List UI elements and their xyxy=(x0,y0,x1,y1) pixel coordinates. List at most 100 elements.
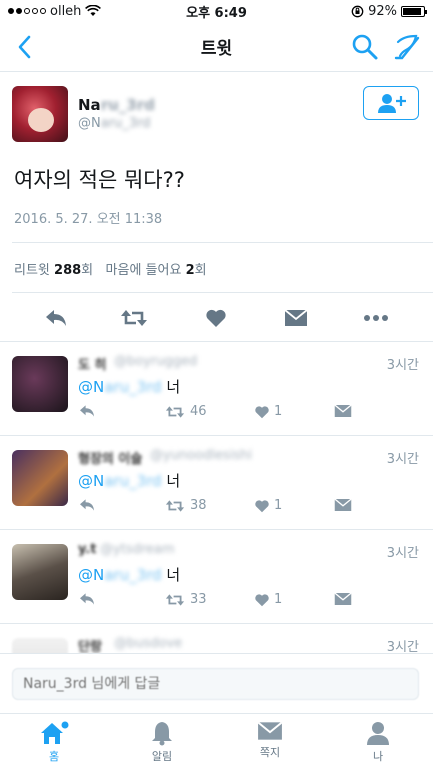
envelope-icon xyxy=(334,592,352,605)
tab-me-label: 나 xyxy=(372,750,384,763)
nav-bar: 트윗 xyxy=(0,22,433,72)
reply-author-name[interactable]: y.t xyxy=(78,542,96,557)
tab-notifications[interactable]: 알림 xyxy=(132,720,192,766)
retweet-count: 38 xyxy=(190,498,207,513)
carrier-label: olleh xyxy=(50,3,82,19)
reply-input[interactable] xyxy=(12,668,419,700)
mention-link[interactable]: @Naru_3rd xyxy=(78,378,162,396)
like-stat[interactable]: 마음에 들어요 2회 xyxy=(106,263,207,278)
reply-author-handle: @boyrugged xyxy=(114,354,198,369)
chevron-left-icon xyxy=(18,35,31,59)
retweet-button[interactable]: 38 xyxy=(164,498,207,513)
reply-author-name[interactable]: 형장의 이슬 xyxy=(78,448,142,467)
tab-me[interactable]: 나 xyxy=(348,720,408,766)
tab-home[interactable]: 홈 xyxy=(24,720,84,766)
reply-time: 3시간 xyxy=(386,358,419,373)
direct-message-button[interactable] xyxy=(334,498,352,512)
signal-icon xyxy=(8,8,46,14)
battery-icon xyxy=(401,5,427,17)
author-name-blurred: ru_3rd xyxy=(100,96,155,114)
mention-blurred: aru_3rd xyxy=(104,566,162,584)
orientation-lock-icon xyxy=(351,5,364,17)
tab-messages[interactable]: 쪽지 xyxy=(240,720,300,766)
reply-icon xyxy=(80,593,94,605)
list-item[interactable]: 형장의 이슬 @yunoodlesishi 3시간 @Naru_3rd 너 38… xyxy=(0,436,433,530)
status-right: 92% xyxy=(351,4,427,19)
mention-blurred: aru_3rd xyxy=(104,472,162,490)
like-stat-suffix: 회 xyxy=(194,263,207,278)
author-name[interactable]: Naru_3rd xyxy=(78,96,155,114)
reply-text: @Naru_3rd 너 xyxy=(78,376,180,397)
tweet-text: 여자의 적은 뭐다?? xyxy=(14,168,185,192)
reply-button[interactable] xyxy=(78,498,96,512)
retweet-count: 33 xyxy=(190,592,207,607)
like-stat-count: 2 xyxy=(185,263,195,278)
reply-time: 3시간 xyxy=(386,452,419,467)
reply-time: 3시간 xyxy=(386,546,419,561)
search-button[interactable] xyxy=(350,32,380,62)
tweet-stats: 리트윗 288회 마음에 들어요 2회 xyxy=(14,259,207,278)
retweet-button[interactable]: 33 xyxy=(164,592,207,607)
list-item[interactable]: 도 히 @boyrugged 3시간 @Naru_3rd 너 46 1 xyxy=(0,342,433,436)
search-icon xyxy=(352,34,378,60)
mention-link[interactable]: @Naru_3rd xyxy=(78,566,162,584)
home-icon xyxy=(41,721,69,744)
mention-link[interactable]: @Naru_3rd xyxy=(78,472,162,490)
tab-home-label: 홈 xyxy=(48,750,60,763)
retweet-icon xyxy=(121,310,147,326)
list-item[interactable]: y.t @ytsdream 3시간 @Naru_3rd 너 33 1 xyxy=(0,530,433,624)
reply-icon xyxy=(80,499,94,511)
avatar[interactable] xyxy=(12,450,68,506)
direct-message-button[interactable] xyxy=(282,306,310,330)
like-count: 1 xyxy=(274,498,283,513)
follow-button[interactable] xyxy=(363,86,419,120)
heart-icon xyxy=(255,593,269,606)
reply-actions: 46 1 xyxy=(78,404,378,424)
like-button[interactable]: 1 xyxy=(254,404,282,419)
retweet-button[interactable] xyxy=(120,306,148,330)
tab-bar: 홈 알림 쪽지 나 xyxy=(0,713,433,768)
envelope-icon xyxy=(257,721,283,740)
page-title: 트윗 xyxy=(200,39,233,59)
compose-button[interactable] xyxy=(392,32,422,62)
like-button[interactable]: 1 xyxy=(254,498,282,513)
author-handle: @Naru_3rd xyxy=(78,116,150,131)
retweet-icon xyxy=(165,593,185,606)
status-bar: olleh 오후 6:49 92% xyxy=(0,0,433,22)
like-button[interactable]: 1 xyxy=(254,592,282,607)
reply-author-handle: @yunoodlesishi xyxy=(150,448,252,463)
wifi-icon xyxy=(85,5,102,16)
more-options-button[interactable] xyxy=(362,306,390,330)
reply-button[interactable] xyxy=(78,592,96,606)
retweet-stat[interactable]: 리트윗 288회 xyxy=(14,263,93,278)
reply-icon xyxy=(80,405,94,417)
back-button[interactable] xyxy=(10,32,38,62)
retweet-button[interactable]: 46 xyxy=(164,404,207,419)
reply-button[interactable] xyxy=(78,404,96,418)
retweet-icon xyxy=(165,499,185,512)
direct-message-button[interactable] xyxy=(334,404,352,418)
envelope-icon xyxy=(334,404,352,417)
reply-button[interactable] xyxy=(42,306,70,330)
like-count: 1 xyxy=(274,404,283,419)
author-handle-visible: @N xyxy=(78,116,101,131)
avatar[interactable] xyxy=(12,356,68,412)
like-button[interactable] xyxy=(202,306,230,330)
reply-text: @Naru_3rd 너 xyxy=(78,564,180,585)
reply-body: 너 xyxy=(161,566,181,584)
retweet-count: 46 xyxy=(190,404,207,419)
envelope-icon xyxy=(334,498,352,511)
reply-text: @Naru_3rd 너 xyxy=(78,470,180,491)
author-handle-blurred: aru_3rd xyxy=(100,116,151,131)
divider xyxy=(12,292,433,293)
heart-icon xyxy=(255,405,269,418)
avatar[interactable] xyxy=(12,544,68,600)
direct-message-button[interactable] xyxy=(334,592,352,606)
mention-visible: @N xyxy=(78,472,105,490)
tab-notifications-label: 알림 xyxy=(151,750,173,763)
reply-icon xyxy=(46,310,66,326)
avatar[interactable] xyxy=(12,86,68,142)
reply-author-handle: @ytsdream xyxy=(100,542,175,557)
reply-actions: 38 1 xyxy=(78,498,378,518)
reply-author-name[interactable]: 도 히 xyxy=(78,354,106,373)
